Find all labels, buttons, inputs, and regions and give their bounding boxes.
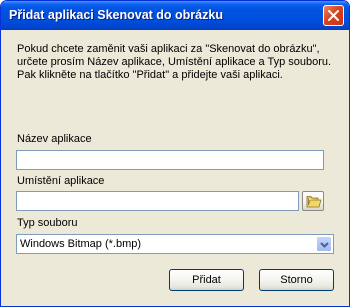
add-button[interactable]: Přidat <box>169 269 244 291</box>
app-name-label: Název aplikace <box>17 133 92 145</box>
title-bar[interactable]: Přidat aplikaci Skenovat do obrázku <box>1 1 349 30</box>
folder-icon <box>306 196 322 208</box>
window-title: Přidat aplikaci Skenovat do obrázku <box>9 8 223 22</box>
file-type-selected-value: Windows Bitmap (*.bmp) <box>20 238 142 250</box>
chevron-down-icon <box>320 242 329 248</box>
close-icon <box>328 10 339 21</box>
dialog-window: Přidat aplikaci Skenovat do obrázku Poku… <box>0 0 350 307</box>
dropdown-button[interactable] <box>316 236 332 252</box>
app-location-input[interactable] <box>16 191 299 211</box>
close-button[interactable] <box>323 5 344 26</box>
app-location-label: Umístění aplikace <box>17 175 105 187</box>
instructions-text: Pokud chcete zaměnit vaši aplikaci za "S… <box>17 43 332 81</box>
browse-button[interactable] <box>302 191 324 211</box>
file-type-select[interactable]: Windows Bitmap (*.bmp) <box>16 234 334 254</box>
file-type-label: Typ souboru <box>17 217 78 229</box>
cancel-button[interactable]: Storno <box>259 269 334 291</box>
app-name-input[interactable] <box>16 150 324 170</box>
